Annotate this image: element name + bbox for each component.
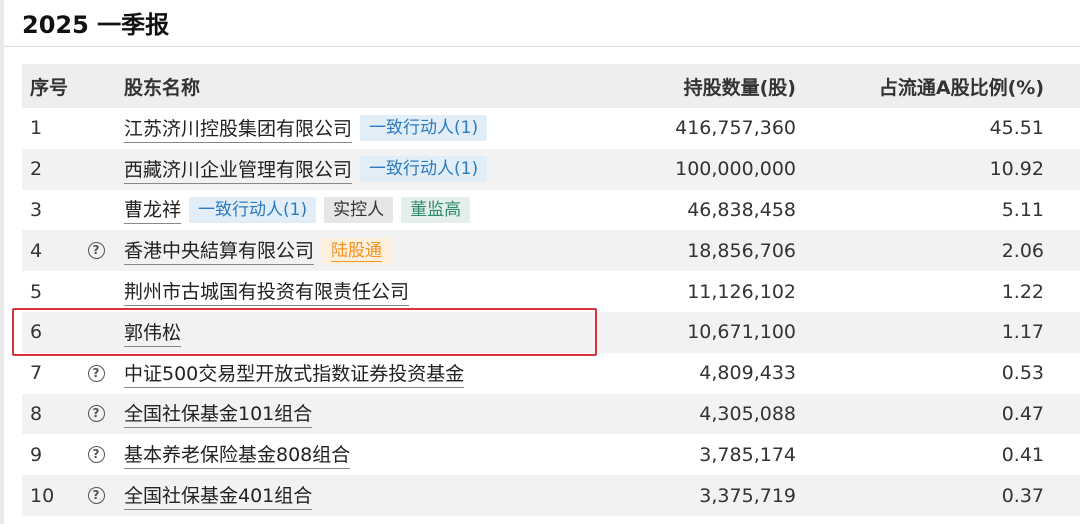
holder-name-link[interactable]: 基本养老保险基金808组合 — [124, 440, 351, 470]
question-icon[interactable]: ? — [87, 242, 105, 260]
table-row: 4? 香港中央結算有限公司 陆股通 18,856,706 2.06 — [22, 230, 1080, 272]
tag-label: 陆股通 — [331, 240, 383, 262]
ratio-value: 1.22 — [1001, 280, 1044, 303]
header-shares[interactable]: 持股数量(股) — [684, 64, 796, 108]
controller-tag[interactable]: 实控人 — [324, 196, 394, 223]
row-index: 3 — [30, 198, 43, 221]
holder-name-link[interactable]: 全国社保基金401组合 — [124, 481, 313, 511]
question-icon[interactable]: ? — [87, 487, 105, 505]
holder-name-link[interactable]: 曹龙祥 — [124, 195, 182, 225]
holder-name-cell: 基本养老保险基金808组合 — [124, 434, 351, 475]
hk-connect-tag[interactable]: 陆股通 — [322, 237, 392, 264]
shares-value: 3,375,719 — [699, 484, 796, 507]
table-row: 6 郭伟松 10,671,100 1.17 — [22, 311, 1080, 353]
tag-label: 一致行动人(1) — [369, 159, 479, 180]
holder-name-link[interactable]: 荆州市古城国有投资有限责任公司 — [124, 277, 410, 307]
question-icon[interactable]: ? — [87, 405, 105, 423]
holder-name-cell: 荆州市古城国有投资有限责任公司 — [124, 271, 410, 312]
ratio-value: 0.53 — [1001, 362, 1044, 385]
table-row: 1 江苏济川控股集团有限公司 一致行动人(1) 416,757,360 45.51 — [22, 108, 1080, 149]
shares-value: 10,671,100 — [687, 321, 796, 344]
tag-label: 一致行动人(1) — [369, 118, 479, 139]
ratio-value: 1.17 — [1001, 321, 1044, 344]
ratio-value: 45.51 — [989, 117, 1044, 140]
shares-value: 4,809,433 — [699, 362, 796, 385]
holder-name-cell: 全国社保基金401组合 — [124, 475, 313, 516]
row-index: 4 — [30, 239, 43, 262]
holder-name-cell: 江苏济川控股集团有限公司 一致行动人(1) — [124, 108, 488, 149]
help-cell: ? — [84, 394, 108, 435]
table-row: 5 荆州市古城国有投资有限责任公司 11,126,102 1.22 — [22, 271, 1080, 312]
ratio-value: 5.11 — [1001, 198, 1044, 221]
ratio-value: 0.37 — [1001, 484, 1044, 507]
row-index: 8 — [30, 402, 43, 425]
shares-value: 4,305,088 — [699, 402, 796, 425]
holder-name-cell: 香港中央結算有限公司 陆股通 — [124, 230, 392, 271]
row-index: 2 — [30, 158, 43, 181]
shares-value: 18,856,706 — [687, 239, 796, 262]
header-ratio[interactable]: 占流通A股比例(%) — [879, 64, 1044, 108]
question-icon[interactable]: ? — [87, 364, 105, 382]
shares-value: 100,000,000 — [675, 158, 796, 181]
question-icon[interactable]: ? — [87, 446, 105, 464]
holder-name-cell: 西藏济川企业管理有限公司 一致行动人(1) — [124, 149, 488, 190]
holder-name-cell: 中证500交易型开放式指数证券投资基金 — [124, 353, 465, 394]
board-tag[interactable]: 董监高 — [401, 196, 471, 223]
holder-name-link[interactable]: 中证500交易型开放式指数证券投资基金 — [124, 359, 465, 388]
help-cell: ? — [84, 475, 108, 516]
concert-tag[interactable]: 一致行动人(1) — [360, 156, 488, 183]
tag-label: 董监高 — [410, 199, 462, 220]
holder-name-link[interactable]: 江苏济川控股集团有限公司 — [124, 114, 353, 143]
holder-name-link[interactable]: 郭伟松 — [124, 318, 182, 347]
concert-tag[interactable]: 一致行动人(1) — [360, 115, 488, 142]
holder-name-cell: 曹龙祥 一致行动人(1) 实控人 董监高 — [124, 190, 471, 231]
ratio-value: 0.41 — [1001, 443, 1044, 466]
row-index: 6 — [30, 321, 43, 344]
table-row: 9? 基本养老保险基金808组合 3,785,174 0.41 — [22, 434, 1080, 475]
shares-value: 46,838,458 — [687, 198, 796, 221]
table-row: 8? 全国社保基金101组合 4,305,088 0.47 — [22, 393, 1080, 435]
table-row: 2 西藏济川企业管理有限公司 一致行动人(1) 100,000,000 10.92 — [22, 148, 1080, 190]
header-name: 股东名称 — [124, 76, 201, 99]
row-index: 5 — [30, 280, 43, 303]
holder-name-link[interactable]: 全国社保基金101组合 — [124, 399, 313, 429]
left-edge-rule — [0, 0, 4, 524]
ratio-value: 2.06 — [1001, 239, 1044, 262]
shares-value: 11,126,102 — [687, 280, 796, 303]
table-row: 7? 中证500交易型开放式指数证券投资基金 4,809,433 0.53 — [22, 353, 1080, 394]
tag-label: 一致行动人(1) — [198, 199, 308, 220]
row-index: 1 — [30, 117, 43, 140]
title-divider — [4, 46, 1080, 47]
shares-value: 3,785,174 — [699, 443, 796, 466]
help-cell: ? — [84, 230, 108, 271]
page-title: 2025 一季报 — [22, 11, 170, 39]
help-cell: ? — [84, 434, 108, 475]
tag-label: 实控人 — [333, 199, 385, 220]
ratio-value: 0.47 — [1001, 402, 1044, 425]
table-body: 1 江苏济川控股集团有限公司 一致行动人(1) 416,757,360 45.51 2 西藏… — [22, 108, 1080, 516]
table-header-row: 序号 股东名称 持股数量(股) 占流通A股比例(%) — [22, 64, 1080, 108]
holder-name-link[interactable]: 香港中央結算有限公司 — [124, 236, 315, 266]
holder-name-link[interactable]: 西藏济川企业管理有限公司 — [124, 155, 353, 184]
row-index: 7 — [30, 362, 43, 385]
concert-tag[interactable]: 一致行动人(1) — [189, 196, 317, 223]
table-row: 3 曹龙祥 一致行动人(1) 实控人 董监高 46,838,458 5.11 — [22, 190, 1080, 231]
holder-name-cell: 全国社保基金101组合 — [124, 394, 313, 435]
row-index: 9 — [30, 443, 43, 466]
shareholder-table: 序号 股东名称 持股数量(股) 占流通A股比例(%) 1 江苏济川控股集团有限公司… — [22, 64, 1080, 516]
shares-value: 416,757,360 — [675, 117, 796, 140]
ratio-value: 10.92 — [989, 158, 1044, 181]
header-index: 序号 — [30, 76, 69, 99]
row-index: 10 — [30, 484, 55, 507]
holder-name-cell: 郭伟松 — [124, 312, 182, 353]
table-row: 10? 全国社保基金401组合 3,375,719 0.37 — [22, 475, 1080, 516]
help-cell: ? — [84, 353, 108, 394]
